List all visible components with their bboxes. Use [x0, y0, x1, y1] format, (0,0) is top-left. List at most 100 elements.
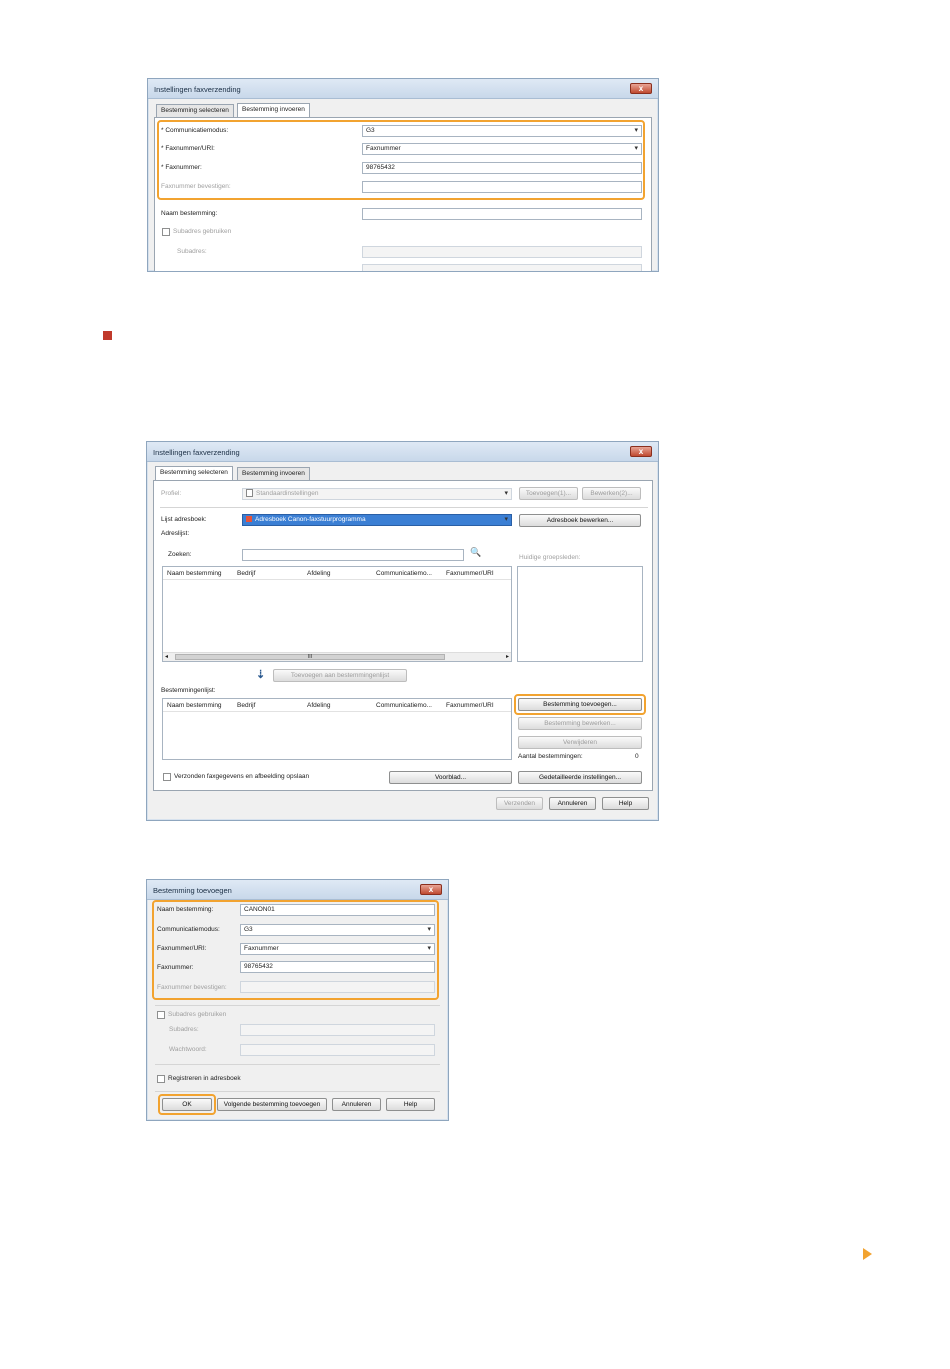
bestemmingenlijst-table[interactable]: Naam bestemming Bedrijf Afdeling Communi…: [162, 698, 512, 760]
subadres-input[interactable]: [362, 246, 642, 258]
tab-bestemming-selecteren[interactable]: Bestemming selecteren: [155, 466, 233, 480]
registreren-checkbox-label: Registreren in adresboek: [168, 1075, 241, 1082]
profiel-label: Profiel:: [161, 490, 182, 497]
faxnummer-bevestigen-label: Faxnummer bevestigen:: [157, 984, 227, 991]
faxnummer-input[interactable]: 98765432: [240, 961, 435, 973]
faxnummer-bevestigen-input[interactable]: [362, 181, 642, 193]
subadres-label: Subadres:: [169, 1026, 199, 1033]
verzenden-button[interactable]: Verzenden: [496, 797, 543, 810]
opslaan-checkbox-label: Verzonden faxgegevens en afbeelding opsl…: [174, 773, 310, 780]
column-header[interactable]: Communicatiemo...: [376, 702, 432, 709]
zoeken-input[interactable]: [242, 549, 464, 561]
tab-panel: Profiel: Standaardinstellingen Toevoegen…: [153, 480, 653, 791]
communicatiemodus-label: Communicatiemodus:: [157, 926, 220, 933]
faxnummer-uri-label: * Faxnummer/URI:: [161, 145, 215, 152]
table-header: Naam bestemming Bedrijf Afdeling Communi…: [163, 699, 511, 712]
column-header[interactable]: Bedrijf: [237, 570, 255, 577]
dialog-fax-settings-top: Instellingen faxverzending x Bestemming …: [147, 78, 659, 272]
tab-bestemming-invoeren[interactable]: Bestemming invoeren: [237, 103, 310, 117]
subadres-checkbox[interactable]: [157, 1011, 165, 1019]
tab-panel: * Communicatiemodus: G3 * Faxnummer/URI:…: [154, 117, 652, 271]
arrow-down-icon: ⇣: [256, 669, 266, 681]
column-header[interactable]: Bedrijf: [237, 702, 255, 709]
table-header: Naam bestemming Bedrijf Afdeling Communi…: [163, 567, 511, 580]
next-page-arrow-icon[interactable]: [863, 1248, 872, 1260]
aantal-bestemmingen-label: Aantal bestemmingen:: [518, 753, 583, 760]
faxnummer-input[interactable]: 98765432: [362, 162, 642, 174]
adresboek-bewerken-button[interactable]: Adresboek bewerken...: [519, 514, 641, 527]
help-button[interactable]: Help: [602, 797, 649, 810]
help-button[interactable]: Help: [386, 1098, 435, 1111]
profiel-value: Standaardinstellingen: [256, 490, 319, 497]
title-bar: Bestemming toevoegen x: [147, 880, 448, 900]
scroll-grip: III: [307, 654, 313, 660]
wachtwoord-input[interactable]: [362, 264, 642, 271]
column-header[interactable]: Afdeling: [307, 570, 331, 577]
wachtwoord-input[interactable]: [240, 1044, 435, 1056]
profile-icon: [246, 489, 253, 498]
subadres-input[interactable]: [240, 1024, 435, 1036]
subadres-checkbox-label: Subadres gebruiken: [173, 228, 232, 235]
divider: [155, 1064, 440, 1065]
search-icon[interactable]: 🔍: [470, 547, 481, 558]
tab-bestemming-invoeren[interactable]: Bestemming invoeren: [237, 467, 310, 480]
column-header[interactable]: Faxnummer/URI: [446, 702, 494, 709]
bestemming-bewerken-button[interactable]: Bestemming bewerken...: [518, 717, 642, 730]
annuleren-button[interactable]: Annuleren: [549, 797, 596, 810]
scroll-left-icon[interactable]: ◂: [165, 653, 168, 660]
column-header[interactable]: Naam bestemming: [167, 702, 222, 709]
registreren-checkbox[interactable]: [157, 1075, 165, 1083]
title-bar: Instellingen faxverzending x: [148, 79, 658, 99]
subadres-checkbox[interactable]: [162, 228, 170, 236]
column-header[interactable]: Faxnummer/URI: [446, 570, 494, 577]
naam-bestemming-input[interactable]: CANON01: [240, 904, 435, 916]
naam-bestemming-input[interactable]: [362, 208, 642, 220]
huidige-groepsleden-list[interactable]: [517, 566, 643, 662]
column-header[interactable]: Communicatiemo...: [376, 570, 432, 577]
profiel-select[interactable]: Standaardinstellingen: [242, 488, 512, 500]
dialog-fax-settings-select: Instellingen faxverzending x Bestemming …: [146, 441, 659, 821]
scroll-right-icon[interactable]: ▸: [506, 653, 509, 660]
adreslijst-table[interactable]: Naam bestemming Bedrijf Afdeling Communi…: [162, 566, 512, 662]
column-header[interactable]: Naam bestemming: [167, 570, 222, 577]
toevoegen-profiel-button[interactable]: Toevoegen(1)...: [519, 487, 578, 500]
verwijderen-button[interactable]: Verwijderen: [518, 736, 642, 749]
communicatiemodus-label: * Communicatiemodus:: [161, 127, 229, 134]
faxnummer-uri-select[interactable]: Faxnummer: [240, 943, 435, 955]
communicatiemodus-select[interactable]: G3: [240, 924, 435, 936]
opslaan-checkbox[interactable]: [163, 773, 171, 781]
bestemming-toevoegen-button[interactable]: Bestemming toevoegen...: [518, 698, 642, 711]
lijst-adresboek-value: Adresboek Canon-faxstuurprogramma: [255, 516, 366, 523]
divider: [160, 507, 648, 508]
horizontal-scrollbar[interactable]: ◂ III ▸: [163, 652, 511, 661]
close-icon[interactable]: x: [420, 884, 442, 895]
close-icon[interactable]: x: [630, 446, 652, 457]
divider: [155, 1091, 440, 1092]
scrollbar-thumb[interactable]: III: [175, 654, 445, 660]
faxnummer-uri-select[interactable]: Faxnummer: [362, 143, 642, 155]
tab-bestemming-selecteren[interactable]: Bestemming selecteren: [156, 104, 234, 117]
lijst-adresboek-label: Lijst adresboek:: [161, 516, 207, 523]
voorblad-button[interactable]: Voorblad...: [389, 771, 512, 784]
gedetailleerde-instellingen-button[interactable]: Gedetailleerde instellingen...: [518, 771, 642, 784]
faxnummer-uri-label: Faxnummer/URI:: [157, 945, 207, 952]
toevoegen-aan-lijst-button[interactable]: Toevoegen aan bestemmingenlijst: [273, 669, 407, 682]
close-icon[interactable]: x: [630, 83, 652, 94]
lijst-adresboek-select[interactable]: Adresboek Canon-faxstuurprogramma: [242, 514, 512, 526]
step-bullet: [103, 331, 112, 340]
title-bar: Instellingen faxverzending x: [147, 442, 658, 462]
ok-button[interactable]: OK: [162, 1098, 212, 1111]
bewerken-profiel-button[interactable]: Bewerken(2)...: [582, 487, 641, 500]
communicatiemodus-select[interactable]: G3: [362, 125, 642, 137]
faxnummer-label: * Faxnummer:: [161, 164, 202, 171]
naam-bestemming-label: Naam bestemming:: [161, 210, 218, 217]
annuleren-button[interactable]: Annuleren: [332, 1098, 381, 1111]
faxnummer-bevestigen-input[interactable]: [240, 981, 435, 993]
volgende-bestemming-button[interactable]: Volgende bestemming toevoegen: [217, 1098, 327, 1111]
column-header[interactable]: Afdeling: [307, 702, 331, 709]
subadres-checkbox-label: Subadres gebruiken: [168, 1011, 227, 1018]
wachtwoord-label: Wachtwoord:: [169, 1046, 207, 1053]
faxnummer-bevestigen-label: Faxnummer bevestigen:: [161, 183, 231, 190]
divider: [155, 1005, 440, 1006]
bestemmingenlijst-label: Bestemmingenlijst:: [161, 687, 216, 694]
